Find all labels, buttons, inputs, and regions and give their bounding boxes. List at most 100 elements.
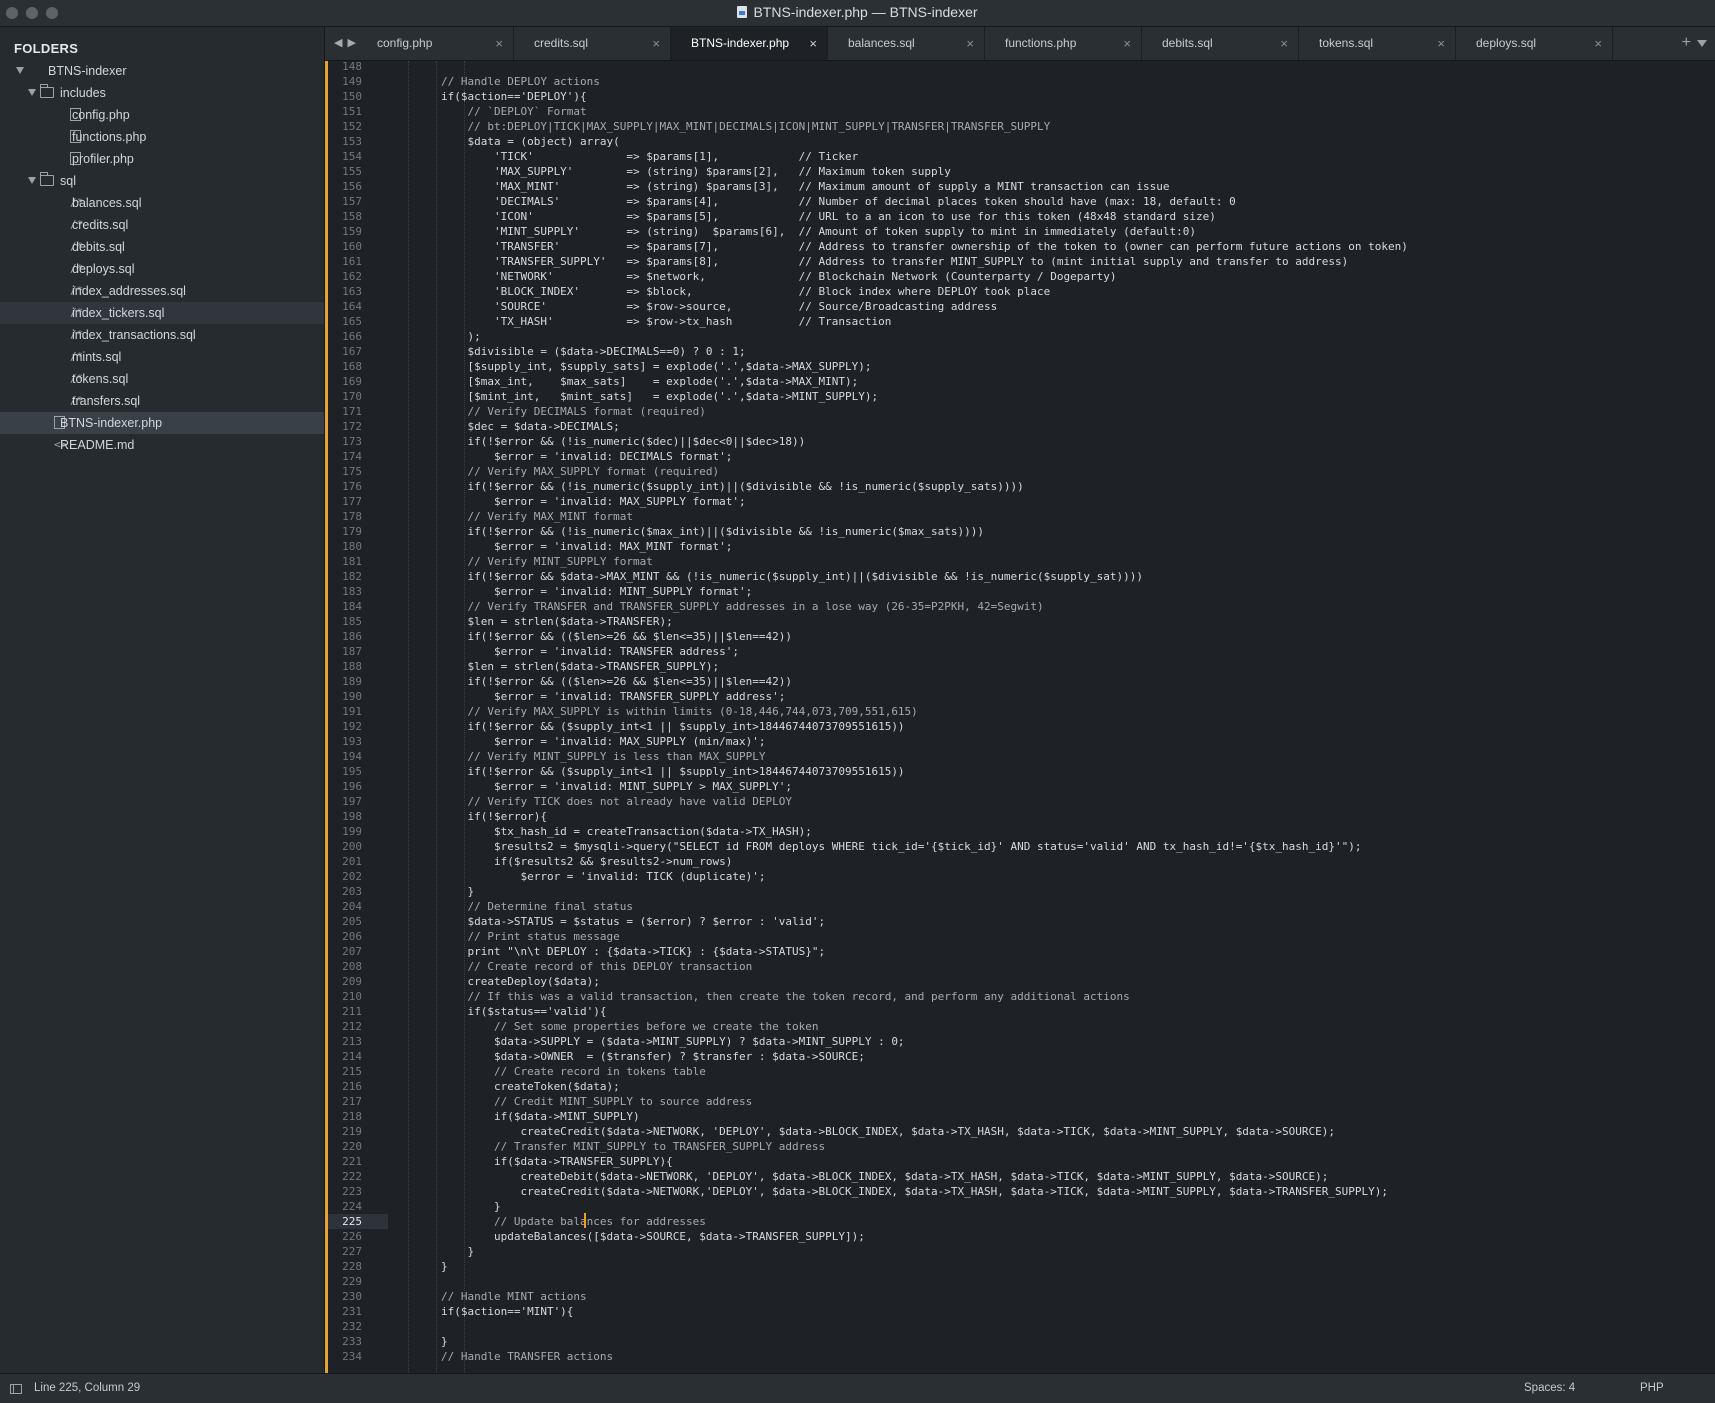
- code-line[interactable]: 'MAX_MINT' => (string) $params[3], // Ma…: [388, 179, 1170, 194]
- close-tab-icon[interactable]: ×: [809, 27, 817, 60]
- tree-item-index-transactions-sql[interactable]: /* index_transactions.sql: [0, 324, 324, 346]
- code-line[interactable]: $error = 'invalid: TRANSFER_SUPPLY addre…: [388, 689, 785, 704]
- tree-item-transfers-sql[interactable]: /* transfers.sql: [0, 390, 324, 412]
- code-line[interactable]: $tx_hash_id = createTransaction($data->T…: [388, 824, 812, 839]
- code-line[interactable]: updateBalances([$data->SOURCE, $data->TR…: [388, 1229, 865, 1244]
- tree-item-profiler-php[interactable]: profiler.php: [0, 148, 324, 170]
- code-line[interactable]: if(!$error && (!is_numeric($max_int)||($…: [388, 524, 984, 539]
- code-line[interactable]: $error = 'invalid: DECIMALS format';: [388, 449, 732, 464]
- tree-item-includes[interactable]: includes: [0, 82, 324, 104]
- close-tab-icon[interactable]: ×: [495, 27, 503, 60]
- code-line[interactable]: // Verify TICK does not already have val…: [388, 794, 792, 809]
- tree-item-index-tickers-sql[interactable]: /* index_tickers.sql: [0, 302, 324, 324]
- code-line[interactable]: $data->OWNER = ($transfer) ? $transfer :…: [388, 1049, 865, 1064]
- code-line[interactable]: // `DEPLOY` Format: [388, 104, 586, 119]
- tab-deploys-sql[interactable]: deploys.sql ×: [1456, 27, 1613, 60]
- tree-item-btns-indexer[interactable]: BTNS-indexer: [0, 60, 324, 82]
- code-line[interactable]: $data = (object) array(: [388, 134, 619, 149]
- code-line[interactable]: }: [388, 1199, 501, 1214]
- code-line[interactable]: $error = 'invalid: MINT_SUPPLY > MAX_SUP…: [388, 779, 792, 794]
- code-line[interactable]: createToken($data);: [388, 1079, 620, 1094]
- code-line[interactable]: if($action=='MINT'){: [388, 1304, 573, 1319]
- code-line[interactable]: $error = 'invalid: TICK (duplicate)';: [388, 869, 765, 884]
- code-line[interactable]: if($status=='valid'){: [388, 1004, 606, 1019]
- code-line[interactable]: if($data->TRANSFER_SUPPLY){: [388, 1154, 673, 1169]
- close-tab-icon[interactable]: ×: [1123, 27, 1131, 60]
- code-line[interactable]: // Verify MAX_MINT format: [388, 509, 633, 524]
- code-line[interactable]: $error = 'invalid: MINT_SUPPLY format';: [388, 584, 752, 599]
- code-line[interactable]: createDeploy($data);: [388, 974, 599, 989]
- disclosure-triangle-icon[interactable]: [28, 177, 36, 184]
- disclosure-triangle-icon[interactable]: [16, 67, 24, 74]
- tree-item-deploys-sql[interactable]: /* deploys.sql: [0, 258, 324, 280]
- code-line[interactable]: 'NETWORK' => $network, // Blockchain Net…: [388, 269, 1117, 284]
- code-line[interactable]: // Create record in tokens table: [388, 1064, 706, 1079]
- code-line[interactable]: // Set some properties before we create …: [388, 1019, 819, 1034]
- tree-item-sql[interactable]: sql: [0, 170, 324, 192]
- code-line[interactable]: $data->SUPPLY = ($data->MINT_SUPPLY) ? $…: [388, 1034, 905, 1049]
- code-line[interactable]: // Handle MINT actions: [388, 1289, 587, 1304]
- code-line[interactable]: 'TICK' => $params[1], // Ticker: [388, 149, 858, 164]
- code-line[interactable]: if($results2 && $results2->num_rows): [388, 854, 732, 869]
- tree-item-debits-sql[interactable]: /* debits.sql: [0, 236, 324, 258]
- close-tab-icon[interactable]: ×: [1437, 27, 1445, 60]
- tab-config-php[interactable]: config.php ×: [357, 27, 514, 60]
- tab-tokens-sql[interactable]: tokens.sql ×: [1299, 27, 1456, 60]
- code-line[interactable]: }: [388, 1244, 474, 1259]
- code-line[interactable]: 'SOURCE' => $row->source, // Source/Broa…: [388, 299, 997, 314]
- close-tab-icon[interactable]: ×: [966, 27, 974, 60]
- code-line[interactable]: // Verify DECIMALS format (required): [388, 404, 705, 419]
- toggle-sidebar-icon[interactable]: [10, 1384, 22, 1394]
- code-line[interactable]: $error = 'invalid: MAX_MINT format';: [388, 539, 732, 554]
- code-line[interactable]: $len = strlen($data->TRANSFER);: [388, 614, 672, 629]
- code-line[interactable]: createCredit($data->NETWORK,'DEPLOY', $d…: [388, 1184, 1388, 1199]
- tab-credits-sql[interactable]: credits.sql ×: [514, 27, 671, 60]
- code-line[interactable]: if(!$error && (($len>=26 && $len<=35)||$…: [388, 629, 792, 644]
- code-line[interactable]: }: [388, 1259, 448, 1274]
- code-line[interactable]: // Handle DEPLOY actions: [388, 74, 600, 89]
- close-tab-icon[interactable]: ×: [652, 27, 660, 60]
- tree-item-balances-sql[interactable]: /* balances.sql: [0, 192, 324, 214]
- code-line[interactable]: }: [388, 884, 474, 899]
- code-line[interactable]: $results2 = $mysqli->query("SELECT id FR…: [388, 839, 1362, 854]
- code-line[interactable]: if(!$error){: [388, 809, 546, 824]
- code-line[interactable]: // Credit MINT_SUPPLY to source address: [388, 1094, 752, 1109]
- code-line[interactable]: // Verify MAX_SUPPLY is within limits (0…: [388, 704, 917, 719]
- code-line[interactable]: 'TRANSFER' => $params[7], // Address to …: [388, 239, 1408, 254]
- code-line[interactable]: // Update balances for addresses: [388, 1214, 706, 1229]
- code-line[interactable]: $data->STATUS = $status = ($error) ? $er…: [388, 914, 825, 929]
- code-line[interactable]: // Create record of this DEPLOY transact…: [388, 959, 752, 974]
- code-line[interactable]: [$max_int, $max_sats] = explode('.',$dat…: [388, 374, 858, 389]
- code-line[interactable]: // Print status message: [388, 929, 619, 944]
- code-line[interactable]: $divisible = ($data->DECIMALS==0) ? 0 : …: [388, 344, 745, 359]
- code-editor[interactable]: 148 149 150 151 152 153 154 155 156 157 158 159 160 1…: [325, 61, 1715, 1373]
- indentation-setting[interactable]: Spaces: 4: [1524, 1382, 1575, 1394]
- code-line[interactable]: 'MAX_SUPPLY' => (string) $params[2], // …: [388, 164, 951, 179]
- code-line[interactable]: // Verify MINT_SUPPLY is less than MAX_S…: [388, 749, 765, 764]
- code-line[interactable]: if(!$error && ($supply_int<1 || $supply_…: [388, 764, 904, 779]
- code-line[interactable]: // If this was a valid transaction, then…: [388, 989, 1129, 1004]
- syntax-selector[interactable]: PHP: [1640, 1382, 1664, 1394]
- code-line[interactable]: createCredit($data->NETWORK, 'DEPLOY', $…: [388, 1124, 1335, 1139]
- tree-item-config-php[interactable]: config.php: [0, 104, 324, 126]
- tree-item-tokens-sql[interactable]: /* tokens.sql: [0, 368, 324, 390]
- code-line[interactable]: if(!$error && (!is_numeric($supply_int)|…: [388, 479, 1023, 494]
- code-line[interactable]: // Verify MINT_SUPPLY format: [388, 554, 652, 569]
- code-line[interactable]: 'DECIMALS' => $params[4], // Number of d…: [388, 194, 1236, 209]
- disclosure-triangle-icon[interactable]: [28, 89, 36, 96]
- tab-debits-sql[interactable]: debits.sql ×: [1142, 27, 1299, 60]
- code-line[interactable]: $dec = $data->DECIMALS;: [388, 419, 619, 434]
- code-line[interactable]: [$mint_int, $mint_sats] = explode('.',$d…: [388, 389, 878, 404]
- add-tab-button[interactable]: +: [1682, 34, 1691, 52]
- code-line[interactable]: 'TRANSFER_SUPPLY' => $params[8], // Addr…: [388, 254, 1348, 269]
- tree-item-readme-md[interactable]: <> README.md: [0, 434, 324, 456]
- tab-balances-sql[interactable]: balances.sql ×: [828, 27, 985, 60]
- tree-item-btns-indexer-php[interactable]: BTNS-indexer.php: [0, 412, 324, 434]
- code-line[interactable]: );: [388, 329, 480, 344]
- close-tab-icon[interactable]: ×: [1280, 27, 1288, 60]
- tree-item-credits-sql[interactable]: /* credits.sql: [0, 214, 324, 236]
- code-line[interactable]: [$supply_int, $supply_sats] = explode('.…: [388, 359, 871, 374]
- code-line[interactable]: if($action=='DEPLOY'){: [388, 89, 587, 104]
- code-line[interactable]: // Determine final status: [388, 899, 633, 914]
- code-line[interactable]: // Verify TRANSFER and TRANSFER_SUPPLY a…: [388, 599, 1043, 614]
